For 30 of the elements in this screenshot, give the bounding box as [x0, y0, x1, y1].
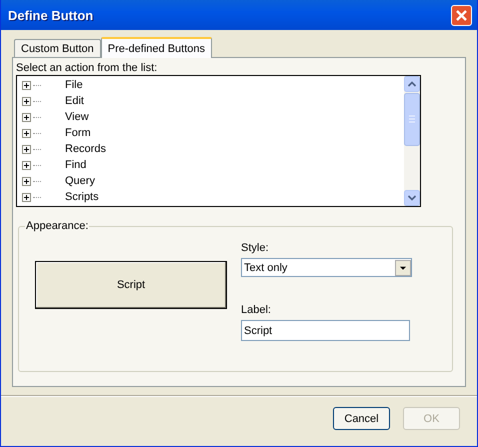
close-icon — [455, 8, 468, 22]
tree-item[interactable]: Edit — [65, 95, 84, 107]
tree-item[interactable]: File — [65, 79, 83, 91]
group-title: Appearance: — [25, 220, 90, 232]
preview-button[interactable]: Script — [35, 261, 227, 309]
label-field[interactable]: Script — [241, 320, 410, 341]
tree-item[interactable]: View — [65, 111, 89, 123]
expand-icon[interactable] — [22, 112, 31, 122]
expand-icon[interactable] — [22, 192, 31, 202]
tab[interactable]: Pre-defined Buttons — [100, 37, 212, 58]
list-label: Select an action from the list: — [16, 61, 158, 75]
tree-item[interactable]: Form — [65, 127, 91, 139]
expand-icon[interactable] — [22, 160, 31, 170]
tree-item[interactable]: Scripts — [65, 191, 99, 203]
expand-icon[interactable] — [22, 176, 31, 186]
cancel-button[interactable]: Cancel — [333, 407, 390, 430]
expand-icon[interactable] — [22, 80, 31, 90]
tree-item[interactable]: Query — [65, 175, 95, 187]
style-label: Style: — [241, 241, 270, 255]
style-dropdown[interactable]: Text only — [241, 258, 412, 277]
expand-icon[interactable] — [22, 144, 31, 154]
scrollbar-drawing[interactable] — [404, 76, 420, 206]
close-button[interactable] — [451, 4, 472, 26]
expand-icon[interactable] — [22, 96, 31, 106]
window-title: Define Button — [8, 8, 94, 22]
label-label: Label: — [241, 303, 272, 317]
expand-icon[interactable] — [22, 128, 31, 138]
tree-item[interactable]: Find — [65, 159, 86, 171]
tree-item[interactable]: Records — [65, 143, 106, 155]
tab[interactable]: Custom Button — [14, 39, 101, 57]
